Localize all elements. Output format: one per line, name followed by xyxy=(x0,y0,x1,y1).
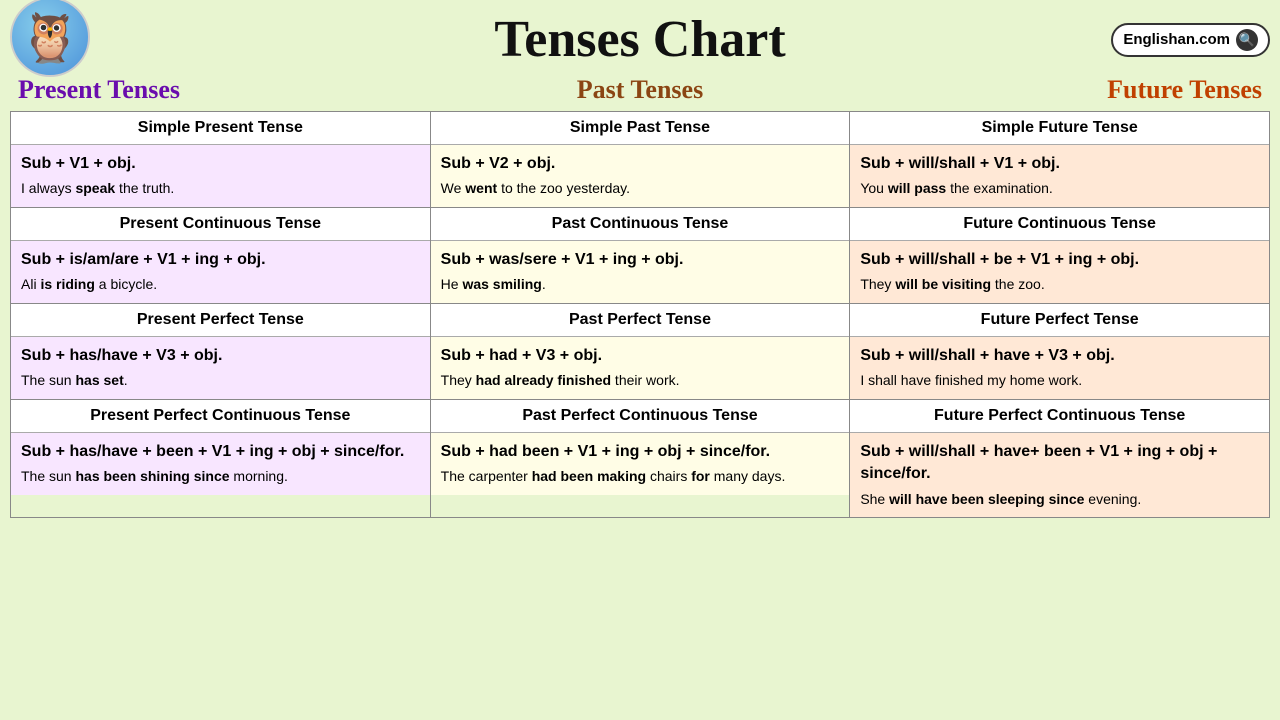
past-continuous-header: Past Continuous Tense xyxy=(431,208,850,241)
present-perfect-continuous-formula: Sub + has/have + been + V1 + ing + obj +… xyxy=(21,441,420,463)
past-continuous-formula: Sub + was/sere + V1 + ing + obj. xyxy=(441,249,840,271)
past-perfect-continuous-content: Sub + had been + V1 + ing + obj + since/… xyxy=(431,433,850,495)
future-simple-example: You will pass the examination. xyxy=(860,179,1259,199)
tenses-table: Simple Present Tense Sub + V1 + obj. I a… xyxy=(10,111,1270,518)
present-continuous-example: Ali is riding a bicycle. xyxy=(21,275,420,295)
present-simple-formula: Sub + V1 + obj. xyxy=(21,153,420,175)
present-perfect-continuous-content: Sub + has/have + been + V1 + ing + obj +… xyxy=(11,433,430,495)
present-perfect-cell: Present Perfect Tense Sub + has/have + V… xyxy=(11,303,431,399)
past-perfect-formula: Sub + had + V3 + obj. xyxy=(441,345,840,367)
future-continuous-content: Sub + will/shall + be + V1 + ing + obj. … xyxy=(850,241,1269,303)
future-perfect-continuous-example: She will have been sleeping since evenin… xyxy=(860,490,1259,510)
table-row: Simple Present Tense Sub + V1 + obj. I a… xyxy=(11,112,1270,208)
past-continuous-cell: Past Continuous Tense Sub + was/sere + V… xyxy=(430,207,850,303)
future-perfect-continuous-content: Sub + will/shall + have+ been + V1 + ing… xyxy=(850,433,1269,517)
site-name: Englishan.com xyxy=(1123,31,1230,48)
present-perfect-continuous-cell: Present Perfect Continuous Tense Sub + h… xyxy=(11,399,431,517)
table-row: Present Perfect Continuous Tense Sub + h… xyxy=(11,399,1270,517)
past-perfect-continuous-formula: Sub + had been + V1 + ing + obj + since/… xyxy=(441,441,840,463)
future-simple-content: Sub + will/shall + V1 + obj. You will pa… xyxy=(850,145,1269,207)
past-perfect-example: They had already finished their work. xyxy=(441,371,840,391)
present-simple-example: I always speak the truth. xyxy=(21,179,420,199)
future-continuous-cell: Future Continuous Tense Sub + will/shall… xyxy=(850,207,1270,303)
future-simple-header: Simple Future Tense xyxy=(850,112,1269,145)
future-perfect-cell: Future Perfect Tense Sub + will/shall + … xyxy=(850,303,1270,399)
present-perfect-continuous-header: Present Perfect Continuous Tense xyxy=(11,400,430,433)
future-perfect-example: I shall have finished my home work. xyxy=(860,371,1259,391)
past-simple-header: Simple Past Tense xyxy=(431,112,850,145)
past-simple-example: We went to the zoo yesterday. xyxy=(441,179,840,199)
table-row: Present Perfect Tense Sub + has/have + V… xyxy=(11,303,1270,399)
future-simple-cell: Simple Future Tense Sub + will/shall + V… xyxy=(850,112,1270,208)
present-perfect-content: Sub + has/have + V3 + obj. The sun has s… xyxy=(11,337,430,399)
present-simple-header: Simple Present Tense xyxy=(11,112,430,145)
future-continuous-header: Future Continuous Tense xyxy=(850,208,1269,241)
present-perfect-formula: Sub + has/have + V3 + obj. xyxy=(21,345,420,367)
page-title: Tenses Chart xyxy=(494,10,785,69)
present-simple-cell: Simple Present Tense Sub + V1 + obj. I a… xyxy=(11,112,431,208)
owl-logo: 🦉 xyxy=(10,0,95,82)
past-continuous-example: He was smiling. xyxy=(441,275,840,295)
future-simple-formula: Sub + will/shall + V1 + obj. xyxy=(860,153,1259,175)
past-perfect-continuous-cell: Past Perfect Continuous Tense Sub + had … xyxy=(430,399,850,517)
site-badge[interactable]: Englishan.com 🔍 xyxy=(1111,23,1270,57)
present-perfect-continuous-example: The sun has been shining since morning. xyxy=(21,467,420,487)
present-continuous-formula: Sub + is/am/are + V1 + ing + obj. xyxy=(21,249,420,271)
future-perfect-continuous-cell: Future Perfect Continuous Tense Sub + wi… xyxy=(850,399,1270,517)
past-perfect-header: Past Perfect Tense xyxy=(431,304,850,337)
present-continuous-content: Sub + is/am/are + V1 + ing + obj. Ali is… xyxy=(11,241,430,303)
present-perfect-example: The sun has set. xyxy=(21,371,420,391)
past-simple-formula: Sub + V2 + obj. xyxy=(441,153,840,175)
present-continuous-cell: Present Continuous Tense Sub + is/am/are… xyxy=(11,207,431,303)
past-perfect-content: Sub + had + V3 + obj. They had already f… xyxy=(431,337,850,399)
future-perfect-formula: Sub + will/shall + have + V3 + obj. xyxy=(860,345,1259,367)
past-col-header: Past Tenses xyxy=(430,73,850,107)
table-row: Present Continuous Tense Sub + is/am/are… xyxy=(11,207,1270,303)
present-continuous-header: Present Continuous Tense xyxy=(11,208,430,241)
past-simple-cell: Simple Past Tense Sub + V2 + obj. We wen… xyxy=(430,112,850,208)
future-perfect-content: Sub + will/shall + have + V3 + obj. I sh… xyxy=(850,337,1269,399)
search-icon[interactable]: 🔍 xyxy=(1236,29,1258,51)
future-perfect-continuous-header: Future Perfect Continuous Tense xyxy=(850,400,1269,433)
past-simple-content: Sub + V2 + obj. We went to the zoo yeste… xyxy=(431,145,850,207)
past-continuous-content: Sub + was/sere + V1 + ing + obj. He was … xyxy=(431,241,850,303)
past-perfect-continuous-example: The carpenter had been making chairs for… xyxy=(441,467,840,487)
present-perfect-header: Present Perfect Tense xyxy=(11,304,430,337)
future-continuous-example: They will be visiting the zoo. xyxy=(860,275,1259,295)
future-continuous-formula: Sub + will/shall + be + V1 + ing + obj. xyxy=(860,249,1259,271)
future-perfect-continuous-formula: Sub + will/shall + have+ been + V1 + ing… xyxy=(860,441,1259,486)
future-col-header: Future Tenses xyxy=(850,73,1270,107)
header: 🦉 Tenses Chart Englishan.com 🔍 xyxy=(10,10,1270,69)
past-perfect-continuous-header: Past Perfect Continuous Tense xyxy=(431,400,850,433)
future-perfect-header: Future Perfect Tense xyxy=(850,304,1269,337)
past-perfect-cell: Past Perfect Tense Sub + had + V3 + obj.… xyxy=(430,303,850,399)
column-headers: Present Tenses Past Tenses Future Tenses xyxy=(10,73,1270,107)
present-simple-content: Sub + V1 + obj. I always speak the truth… xyxy=(11,145,430,207)
